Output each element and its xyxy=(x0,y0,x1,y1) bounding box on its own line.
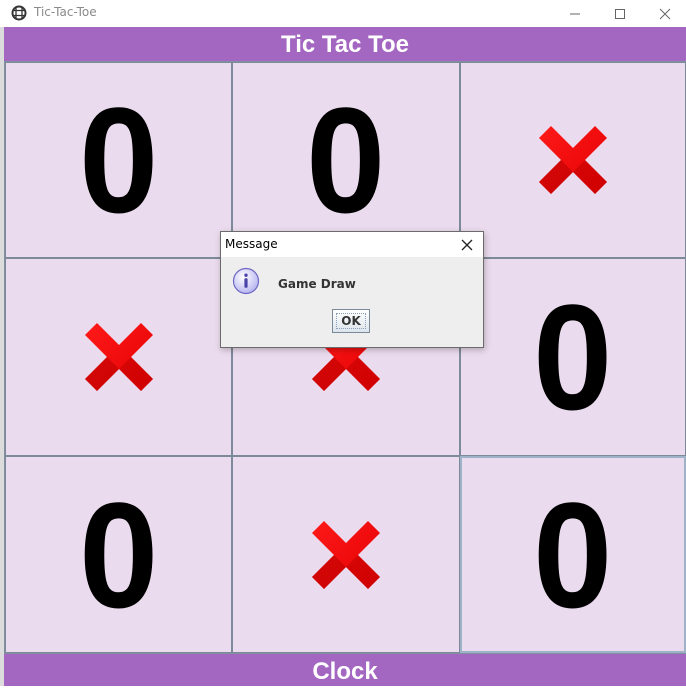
board-cell-3[interactable] xyxy=(5,258,232,456)
board-cell-8[interactable]: 0 xyxy=(460,456,686,653)
dialog-close-icon[interactable] xyxy=(457,235,477,255)
x-mark-icon xyxy=(312,520,380,589)
board-cell-6[interactable]: 0 xyxy=(5,456,232,653)
ok-button[interactable]: OK xyxy=(332,309,370,333)
o-mark: 0 xyxy=(78,470,159,639)
board-cell-2[interactable] xyxy=(460,62,686,258)
o-mark: 0 xyxy=(533,273,613,441)
close-button[interactable] xyxy=(642,0,686,27)
dialog-title-bar: Message xyxy=(221,232,483,257)
clock-banner: Clock xyxy=(4,654,686,686)
dialog-title: Message xyxy=(225,237,278,251)
o-mark: 0 xyxy=(306,76,386,244)
window-title-bar: Tic-Tac-Toe xyxy=(0,0,686,27)
o-mark: 0 xyxy=(78,76,159,244)
o-mark: 0 xyxy=(533,470,613,639)
game-board: 0 0 0 0 0 xyxy=(4,61,686,654)
x-mark-icon xyxy=(539,126,607,194)
info-icon xyxy=(232,267,260,295)
board-cell-0[interactable]: 0 xyxy=(5,62,232,258)
game-title-banner: Tic Tac Toe xyxy=(4,27,686,61)
board-cell-1[interactable]: 0 xyxy=(232,62,460,258)
dialog-message: Game Draw xyxy=(278,277,356,291)
ok-button-label: OK xyxy=(341,314,361,328)
minimize-button[interactable] xyxy=(552,0,598,27)
app-icon xyxy=(11,5,27,21)
message-dialog: Message Game Draw OK xyxy=(220,231,484,348)
x-mark-icon xyxy=(84,323,153,391)
board-cell-7[interactable] xyxy=(232,456,460,653)
close-icon xyxy=(659,8,671,19)
board-cell-5[interactable]: 0 xyxy=(460,258,686,456)
maximize-icon xyxy=(615,8,625,19)
maximize-button[interactable] xyxy=(597,0,643,27)
minimize-icon xyxy=(570,13,580,14)
window-title: Tic-Tac-Toe xyxy=(34,5,97,19)
